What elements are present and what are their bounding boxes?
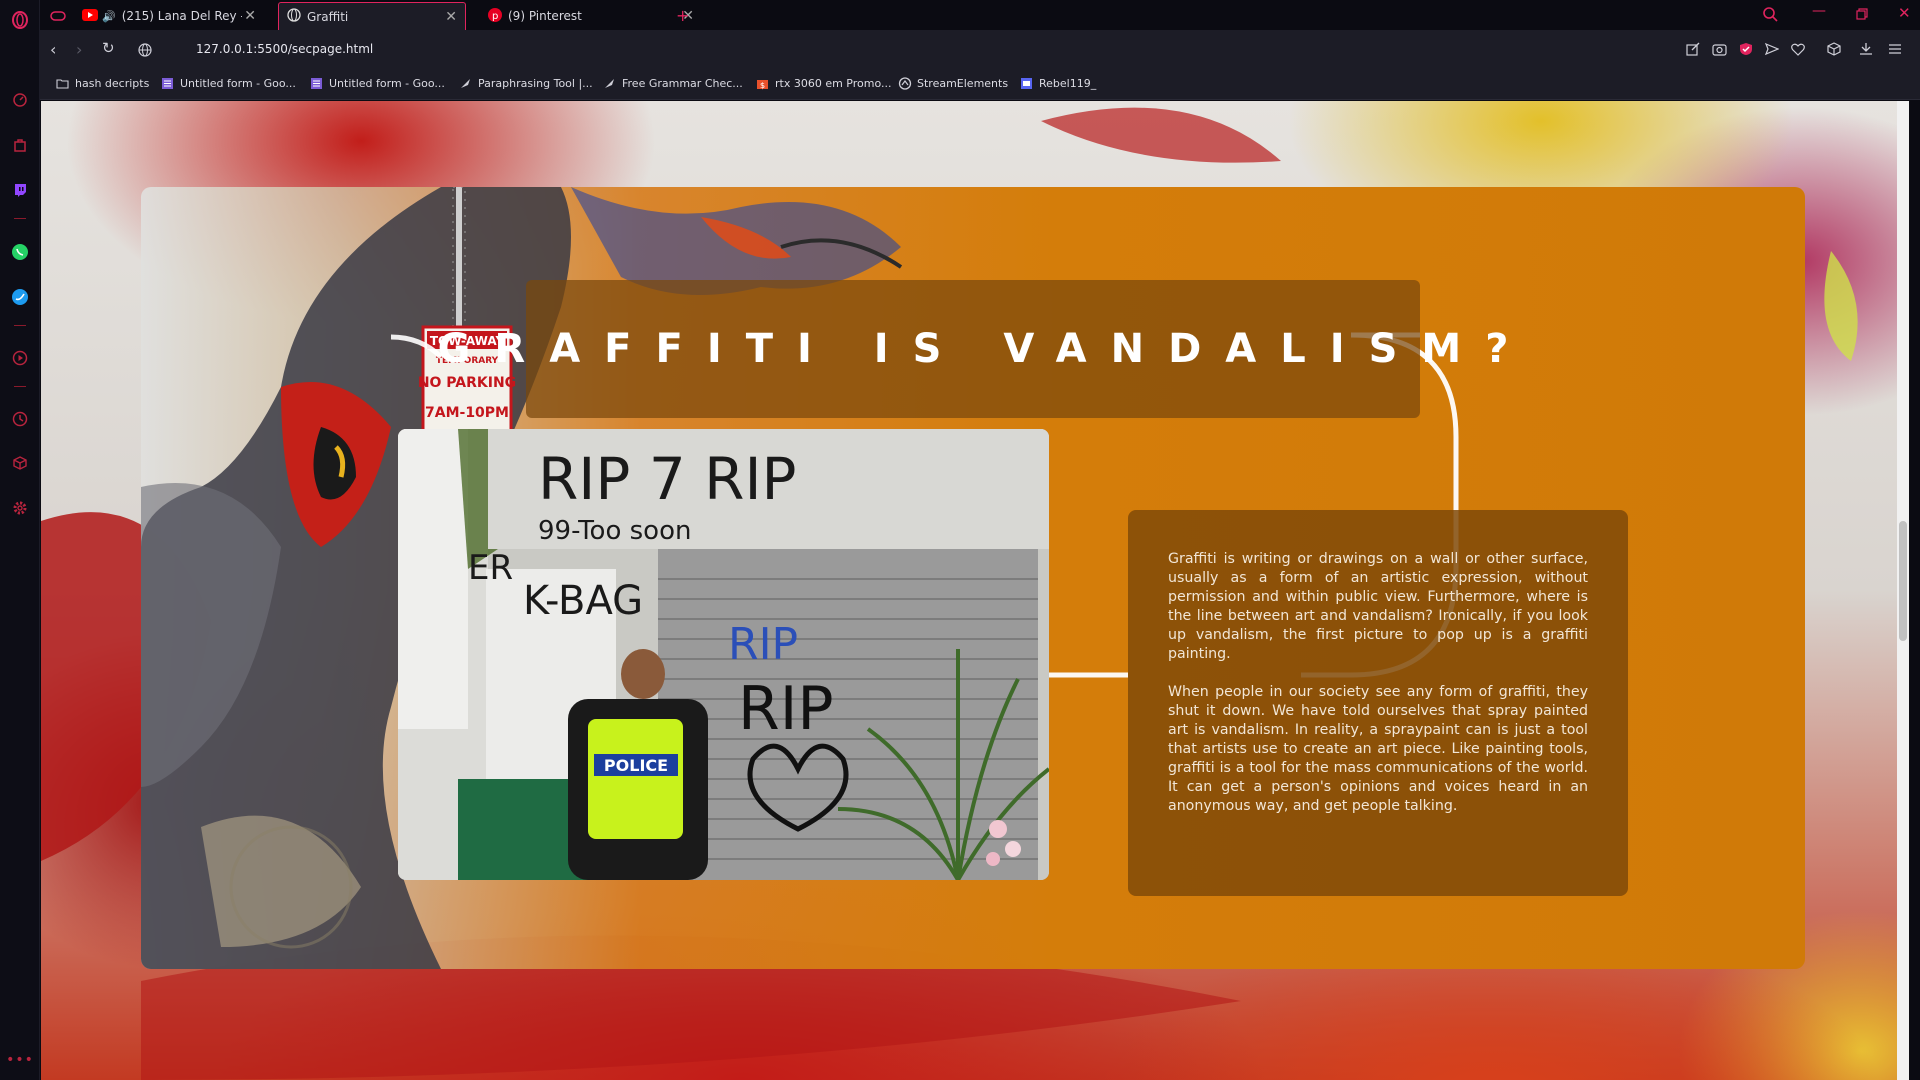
tab-bar: 🔊 (215) Lana Del Rey - Do ✕ Graffiti ✕ p… xyxy=(40,0,1920,30)
player-icon[interactable] xyxy=(8,346,32,370)
bookmark-label: hash decripts xyxy=(75,77,150,90)
close-tab-icon[interactable]: ✕ xyxy=(244,8,256,24)
sign-line: 7AM-10PM xyxy=(425,405,509,421)
close-window-button[interactable]: ✕ xyxy=(1898,4,1911,22)
bookmark-item[interactable]: hash decripts xyxy=(56,77,149,90)
globe-icon xyxy=(287,8,301,25)
shopping-bag-icon[interactable] xyxy=(8,133,32,157)
quill-icon xyxy=(603,77,616,90)
bookmark-label: Paraphrasing Tool |... xyxy=(478,77,593,90)
url-field[interactable]: 127.0.0.1:5500/secpage.html xyxy=(196,42,373,56)
close-tab-icon[interactable]: ✕ xyxy=(445,9,457,25)
bookmark-label: StreamElements xyxy=(917,77,1009,90)
graffiti-tag: RIP xyxy=(738,674,834,744)
form-icon xyxy=(161,77,174,90)
new-tab-button[interactable]: + xyxy=(676,6,689,25)
bookmark-item[interactable]: Paraphrasing Tool |... xyxy=(459,77,593,90)
graffiti-tag: RIP xyxy=(728,619,798,670)
whatsapp-icon[interactable] xyxy=(8,240,32,264)
svg-text:$: $ xyxy=(760,81,765,90)
graffiti-tag: K-BAG xyxy=(523,578,643,624)
tab-title: (215) Lana Del Rey - Do xyxy=(121,9,242,23)
more-dots-icon[interactable]: ••• xyxy=(6,1048,33,1072)
folder-icon xyxy=(56,77,69,90)
easy-setup-menu-icon[interactable] xyxy=(1888,41,1902,60)
bookmark-label: Free Grammar Chec... xyxy=(622,77,743,90)
tab-title: (9) Pinterest xyxy=(508,9,582,23)
page-title: GRAFFITI IS VANDALISM? xyxy=(437,326,1533,372)
send-icon[interactable] xyxy=(1764,41,1780,60)
graffiti-photo: RIP 7 RIP 99-Too soon K-BAG RIP RIP POLI… xyxy=(398,429,1049,880)
bookmark-label: Untitled form - Goo... xyxy=(329,77,445,90)
search-tabs-icon[interactable] xyxy=(1762,6,1778,26)
description-box: Graffiti is writing or drawings on a wal… xyxy=(1128,510,1628,896)
pinterest-icon: p xyxy=(488,7,502,25)
streamelements-icon xyxy=(898,77,912,90)
forward-button[interactable]: › xyxy=(76,40,82,59)
paragraph: Graffiti is writing or drawings on a wal… xyxy=(1168,551,1588,662)
page-viewport: TOW-AWAY TEMPORARY NO PARKING 7AM-10PM G… xyxy=(41,101,1909,1080)
bookmark-label: Rebel119_ xyxy=(1039,77,1097,90)
camera-icon[interactable] xyxy=(1712,41,1727,60)
download-icon[interactable] xyxy=(1859,41,1873,60)
bookmark-item[interactable]: Untitled form - Goo... xyxy=(310,77,445,90)
site-info-globe-icon[interactable] xyxy=(138,42,152,61)
bookmark-item[interactable]: StreamElements xyxy=(898,77,1008,90)
content-card: TOW-AWAY TEMPORARY NO PARKING 7AM-10PM G… xyxy=(141,187,1805,969)
speed-dial-icon[interactable] xyxy=(8,88,32,112)
youtube-icon xyxy=(82,8,98,24)
bookmark-label: Untitled form - Goo... xyxy=(180,77,296,90)
form-icon xyxy=(310,77,323,90)
restore-button[interactable] xyxy=(1856,5,1868,24)
page-scrollbar[interactable] xyxy=(1897,101,1909,1080)
profile-icon xyxy=(1020,77,1033,90)
quill-icon xyxy=(459,77,472,90)
settings-gear-icon[interactable] xyxy=(8,496,32,520)
graffiti-tag: RIP 7 RIP xyxy=(538,445,797,513)
tab-pinterest[interactable]: p (9) Pinterest ✕ xyxy=(480,2,702,30)
twitch-icon[interactable] xyxy=(8,178,32,202)
tab-youtube[interactable]: 🔊 (215) Lana Del Rey - Do ✕ xyxy=(74,2,264,30)
extensions-cube-icon[interactable] xyxy=(1827,41,1841,60)
twitter-icon[interactable] xyxy=(8,285,32,309)
graffiti-tag: 99-Too soon xyxy=(538,516,691,546)
paragraph: When people in our society see any form … xyxy=(1168,684,1588,814)
bookmark-item[interactable]: Untitled form - Goo... xyxy=(161,77,296,90)
bookmarks-bar: hash decripts Untitled form - Goo... Unt… xyxy=(40,70,1920,100)
reload-button[interactable]: ↻ xyxy=(102,39,115,57)
tab-graffiti[interactable]: Graffiti ✕ xyxy=(278,2,466,30)
opera-logo-icon[interactable] xyxy=(8,8,32,32)
back-button[interactable]: ‹ xyxy=(50,40,56,59)
bookmark-item[interactable]: Free Grammar Chec... xyxy=(603,77,743,90)
history-icon[interactable] xyxy=(8,407,32,431)
bookmark-item[interactable]: $ rtx 3060 em Promo... xyxy=(756,77,892,90)
vest-label: POLICE xyxy=(604,756,668,775)
speaker-icon[interactable]: 🔊 xyxy=(102,10,116,23)
adblock-shield-icon[interactable] xyxy=(1739,41,1753,60)
svg-text:ER: ER xyxy=(468,548,513,588)
svg-text:p: p xyxy=(492,11,498,22)
tab-title: Graffiti xyxy=(307,9,349,24)
gamepad-icon[interactable] xyxy=(50,8,66,27)
minimize-button[interactable]: — xyxy=(1812,3,1826,19)
extensions-cube-icon[interactable] xyxy=(8,451,32,475)
bookmark-item[interactable]: Rebel119_ xyxy=(1020,77,1096,90)
address-bar: ‹ › ↻ 127.0.0.1:5500/secpage.html xyxy=(40,30,1920,70)
sign-line: NO PARKING xyxy=(418,375,516,391)
snapshot-edit-icon[interactable] xyxy=(1686,41,1700,60)
title-box: GRAFFITI IS VANDALISM? xyxy=(438,280,1508,418)
scrollbar-thumb[interactable] xyxy=(1899,521,1907,641)
shop-icon: $ xyxy=(756,77,769,90)
browser-sidebar: ••• xyxy=(0,0,40,1080)
heart-icon[interactable] xyxy=(1791,41,1805,60)
bookmark-label: rtx 3060 em Promo... xyxy=(775,77,892,90)
